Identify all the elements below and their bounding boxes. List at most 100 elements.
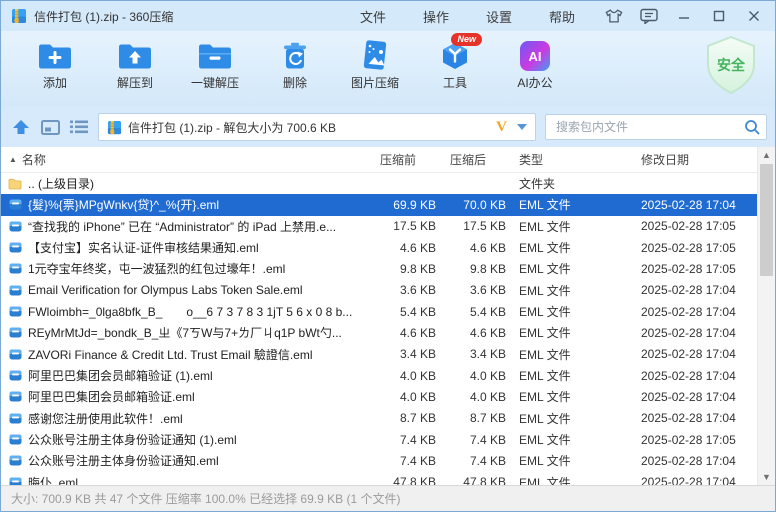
toolbar: 添加 解压到 一键解压 删除 图片压缩 New <box>1 31 775 107</box>
menu-action[interactable]: 操作 <box>423 7 449 26</box>
list-view-icon[interactable] <box>69 117 89 137</box>
search-icon[interactable] <box>744 119 760 135</box>
file-type: EML 文件 <box>509 431 629 448</box>
image-compress-button[interactable]: 图片压缩 <box>335 37 415 91</box>
chevron-down-icon[interactable] <box>517 124 527 130</box>
table-row[interactable]: REyMrMtJd=_bondk_B_ㄓ《7ㄎW与7+ㄌ厂ㄐq1P bWt勺..… <box>1 322 757 343</box>
extract-to-button[interactable]: 解压到 <box>95 37 175 91</box>
column-header-date[interactable]: 修改日期 <box>629 151 757 168</box>
scroll-down-icon[interactable]: ▼ <box>758 469 775 485</box>
table-row[interactable]: “查找我的 iPhone” 已在 “Administrator” 的 iPad … <box>1 216 757 237</box>
scroll-up-icon[interactable]: ▲ <box>758 147 775 163</box>
eml-file-icon <box>8 370 22 381</box>
tools-label: 工具 <box>443 74 467 91</box>
size-before: 9.8 KB <box>369 262 439 276</box>
feedback-icon[interactable] <box>640 7 658 25</box>
add-button[interactable]: 添加 <box>15 37 95 91</box>
table-row[interactable]: 【支付宝】实名认证-证件审核结果通知.eml4.6 KB4.6 KBEML 文件… <box>1 237 757 258</box>
search-box[interactable] <box>545 114 767 140</box>
add-label: 添加 <box>43 74 67 91</box>
column-header-type[interactable]: 类型 <box>509 151 629 168</box>
tools-button[interactable]: New 工具 <box>415 37 495 91</box>
file-name: REyMrMtJd=_bondk_B_ㄓ《7ㄎW与7+ㄌ厂ㄐq1P bWt勺..… <box>28 324 342 341</box>
ai-office-label: AI办公 <box>517 74 552 91</box>
size-after: 9.8 KB <box>439 262 509 276</box>
size-before: 17.5 KB <box>369 219 439 233</box>
up-level-icon[interactable] <box>11 117 31 137</box>
modified-date: 2025-02-28 17:05 <box>629 219 757 233</box>
file-type: EML 文件 <box>509 388 629 405</box>
file-name: 【支付宝】实名认证-证件审核结果通知.eml <box>28 239 259 256</box>
app-window: 信件打包 (1).zip - 360压缩 文件 操作 设置 帮助 <box>0 0 776 512</box>
file-name: ZAVORi Finance & Credit Ltd. Trust Email… <box>28 346 313 363</box>
menu-help[interactable]: 帮助 <box>549 7 575 26</box>
skin-theme-icon[interactable] <box>605 7 623 25</box>
delete-label: 删除 <box>283 74 307 91</box>
menu-settings[interactable]: 设置 <box>486 7 512 26</box>
table-row[interactable]: 晦仆..eml47.8 KB47.8 KBEML 文件2025-02-28 17… <box>1 472 757 485</box>
scrollbar[interactable]: ▲ ▼ <box>757 147 775 485</box>
close-button[interactable] <box>745 7 763 25</box>
one-click-extract-button[interactable]: 一键解压 <box>175 37 255 91</box>
table-row[interactable]: Email Verification for Olympus Labs Toke… <box>1 280 757 301</box>
search-input[interactable] <box>554 119 744 135</box>
table-row[interactable]: 公众账号注册主体身份验证通知.eml7.4 KB7.4 KBEML 文件2025… <box>1 450 757 471</box>
size-after: 4.0 KB <box>439 369 509 383</box>
view-mode-icon[interactable] <box>40 117 60 137</box>
file-name: {髮}%{票}MPgWnkv{贷}^_%{开}.eml <box>28 196 219 213</box>
column-header-name[interactable]: ▲ 名称 <box>1 151 369 168</box>
scrollbar-thumb[interactable] <box>760 164 773 276</box>
table-row[interactable]: .. (上级目录)文件夹 <box>1 173 757 194</box>
file-name: 晦仆..eml <box>28 474 78 485</box>
table-row[interactable]: 公众账号注册主体身份验证通知 (1).eml7.4 KB7.4 KBEML 文件… <box>1 429 757 450</box>
delete-button[interactable]: 删除 <box>255 37 335 91</box>
table-row[interactable]: 感谢您注册使用此软件！.eml8.7 KB8.7 KBEML 文件2025-02… <box>1 408 757 429</box>
menu-bar: 文件 操作 设置 帮助 <box>360 7 575 26</box>
extract-to-label: 解压到 <box>117 74 153 91</box>
minimize-button[interactable] <box>675 7 693 25</box>
table-row[interactable]: 阿里巴巴集团会员邮箱验证.eml4.0 KB4.0 KBEML 文件2025-0… <box>1 386 757 407</box>
eml-file-icon <box>8 221 22 232</box>
eml-file-icon <box>8 199 22 210</box>
file-type: EML 文件 <box>509 196 629 213</box>
table-row[interactable]: FWloimbh=_0lga8bfk_B_ o__6 7 3 7 8 3 1jT… <box>1 301 757 322</box>
file-type: EML 文件 <box>509 239 629 256</box>
safety-shield-badge[interactable]: 安全 <box>703 35 759 100</box>
image-compress-label: 图片压缩 <box>351 74 399 91</box>
vip-v-icon[interactable]: V <box>496 119 507 136</box>
extract-to-folder-icon <box>117 37 153 71</box>
trash-icon <box>280 37 310 71</box>
maximize-button[interactable] <box>710 7 728 25</box>
file-type: EML 文件 <box>509 260 629 277</box>
table-row[interactable]: 1元夺宝年终奖，屯一波猛烈的红包过壕年！.eml9.8 KB9.8 KBEML … <box>1 258 757 279</box>
column-header-size-after[interactable]: 压缩后 <box>439 151 509 168</box>
size-after: 7.4 KB <box>439 454 509 468</box>
table-header: ▲ 名称 压缩前 压缩后 类型 修改日期 <box>1 147 757 173</box>
table-row[interactable]: {髮}%{票}MPgWnkv{贷}^_%{开}.eml69.9 KB70.0 K… <box>1 194 757 215</box>
size-before: 3.4 KB <box>369 347 439 361</box>
modified-date: 2025-02-28 17:04 <box>629 326 757 340</box>
table-row[interactable]: ZAVORi Finance & Credit Ltd. Trust Email… <box>1 344 757 365</box>
file-name: 阿里巴巴集团会员邮箱验证 (1).eml <box>28 367 213 384</box>
status-bar: 大小: 700.9 KB 共 47 个文件 压缩率 100.0% 已经选择 69… <box>1 485 775 511</box>
size-before: 4.0 KB <box>369 369 439 383</box>
modified-date: 2025-02-28 17:05 <box>629 241 757 255</box>
image-compress-icon <box>360 37 390 71</box>
column-header-size-before[interactable]: 压缩前 <box>369 151 439 168</box>
table-row[interactable]: 阿里巴巴集团会员邮箱验证 (1).eml4.0 KB4.0 KBEML 文件20… <box>1 365 757 386</box>
window-title: 信件打包 (1).zip - 360压缩 <box>34 8 173 25</box>
ai-office-button[interactable]: AI AI办公 <box>495 37 575 91</box>
app-zip-icon <box>11 8 27 24</box>
file-name: 1元夺宝年终奖，屯一波猛烈的红包过壕年！.eml <box>28 260 285 277</box>
menu-file[interactable]: 文件 <box>360 7 386 26</box>
ai-office-icon: AI <box>520 37 550 71</box>
eml-file-icon <box>8 242 22 253</box>
modified-date: 2025-02-28 17:04 <box>629 369 757 383</box>
file-type: EML 文件 <box>509 218 629 235</box>
size-before: 5.4 KB <box>369 305 439 319</box>
add-folder-icon <box>37 37 73 71</box>
size-after: 4.6 KB <box>439 241 509 255</box>
file-type: EML 文件 <box>509 474 629 485</box>
archive-path-box[interactable]: 信件打包 (1).zip - 解包大小为 700.6 KB V <box>98 113 536 141</box>
size-before: 47.8 KB <box>369 475 439 485</box>
